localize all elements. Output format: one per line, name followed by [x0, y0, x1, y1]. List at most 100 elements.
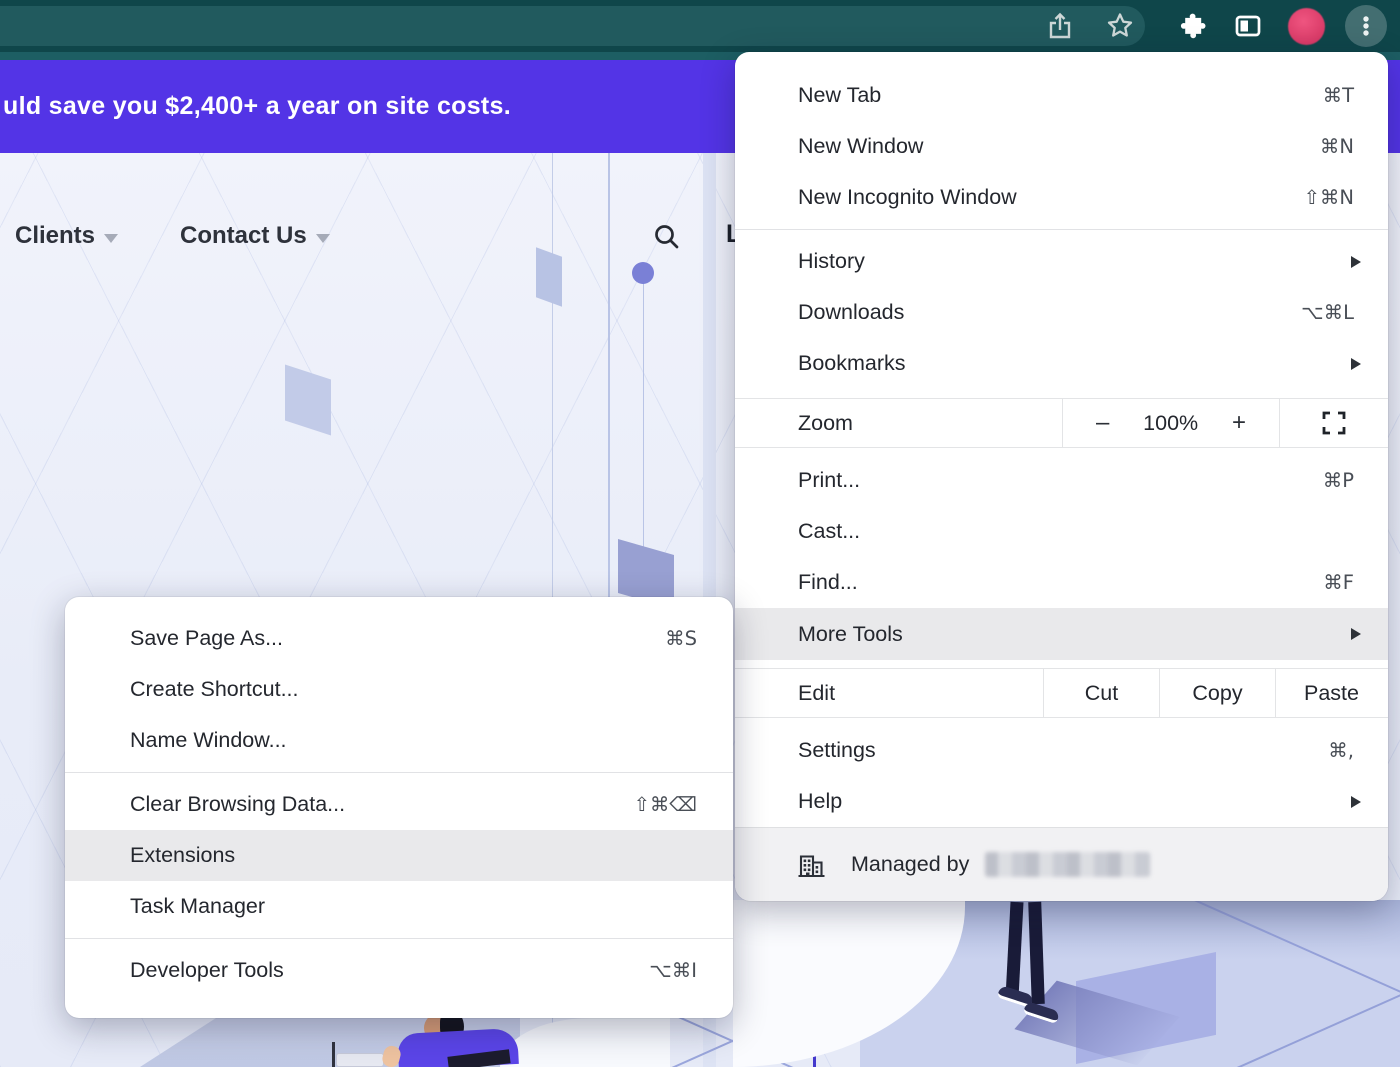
menu-item-developer-tools[interactable]: Developer Tools ⌥⌘I: [65, 945, 733, 996]
menu-label: New Window: [798, 134, 923, 159]
nav-item-contact-us[interactable]: Contact Us: [180, 222, 330, 250]
shortcut: ⇧⌘⌫: [634, 793, 697, 816]
nav-label: Contact Us: [180, 222, 307, 250]
menu-label: Task Manager: [130, 894, 265, 919]
menu-label: Downloads: [798, 300, 904, 325]
shortcut: ⇧⌘N: [1304, 186, 1354, 209]
submenu-arrow-icon: [1351, 256, 1361, 268]
menu-item-task-manager[interactable]: Task Manager: [65, 881, 733, 932]
search-icon[interactable]: [652, 222, 682, 257]
address-bar[interactable]: [0, 6, 1145, 46]
menu-item-downloads[interactable]: Downloads ⌥⌘L: [735, 287, 1388, 338]
nav-item-clients[interactable]: Clients: [15, 222, 118, 250]
menu-zoom-row: Zoom – 100% +: [735, 398, 1388, 448]
menu-divider: [65, 772, 733, 773]
menu-label: Cut: [1085, 681, 1118, 706]
menu-label: Create Shortcut...: [130, 677, 299, 702]
menu-label: Print...: [798, 468, 860, 493]
more-tools-submenu: Save Page As... ⌘S Create Shortcut... Na…: [65, 597, 733, 1018]
menu-label: History: [798, 249, 865, 274]
menu-item-bookmarks[interactable]: Bookmarks: [735, 338, 1388, 389]
fullscreen-icon: [1319, 408, 1349, 438]
submenu-arrow-icon: [1351, 796, 1361, 808]
edit-label-cell: Edit: [735, 669, 1044, 717]
promo-banner-text: uld save you $2,400+ a year on site cost…: [0, 92, 511, 121]
chevron-down-icon: [104, 234, 118, 243]
menu-edit-row: Edit Cut Copy Paste: [735, 668, 1388, 718]
chrome-menu: New Tab ⌘T New Window ⌘N New Incognito W…: [735, 52, 1388, 901]
menu-item-create-shortcut[interactable]: Create Shortcut...: [65, 664, 733, 715]
menu-label: Help: [798, 789, 842, 814]
profile-avatar[interactable]: [1288, 8, 1325, 45]
shortcut: ⌘N: [1320, 135, 1354, 158]
managed-by-org-redacted: [985, 852, 1150, 877]
extensions-puzzle-icon[interactable]: [1176, 10, 1208, 42]
submenu-arrow-icon: [1351, 628, 1361, 640]
decor-pole: [332, 1042, 335, 1067]
screen: Clients Contact Us L uld save you $2,400…: [0, 0, 1400, 1067]
shortcut: ⌘S: [665, 627, 697, 650]
decor-dot: [632, 262, 654, 284]
managed-by-label: Managed by: [851, 852, 969, 877]
menu-item-more-tools[interactable]: More Tools: [735, 608, 1388, 660]
menu-item-clear-browsing-data[interactable]: Clear Browsing Data... ⇧⌘⌫: [65, 779, 733, 830]
menu-label: Zoom: [798, 411, 853, 436]
decor-gray-object: [336, 1053, 384, 1067]
shortcut: ⌘,: [1328, 739, 1354, 762]
menu-label: Cast...: [798, 519, 860, 544]
menu-item-settings[interactable]: Settings ⌘,: [735, 725, 1388, 776]
zoom-in-button[interactable]: +: [1232, 409, 1246, 437]
zoom-out-button[interactable]: –: [1096, 409, 1109, 437]
menu-item-new-tab[interactable]: New Tab ⌘T: [735, 70, 1388, 121]
managed-by-footer: Managed by: [735, 827, 1388, 901]
menu-item-name-window[interactable]: Name Window...: [65, 715, 733, 766]
copy-button[interactable]: Copy: [1160, 669, 1276, 717]
menu-label: Developer Tools: [130, 958, 284, 983]
paste-button[interactable]: Paste: [1276, 669, 1387, 717]
cut-button[interactable]: Cut: [1044, 669, 1160, 717]
menu-label: Name Window...: [130, 728, 287, 753]
side-panel-icon[interactable]: [1232, 10, 1264, 42]
share-icon[interactable]: [1044, 10, 1076, 42]
menu-label: Paste: [1304, 681, 1359, 706]
menu-divider: [65, 938, 733, 939]
menu-label: Settings: [798, 738, 876, 763]
menu-label: More Tools: [798, 622, 903, 647]
menu-label: Bookmarks: [798, 351, 906, 376]
zoom-label-cell: Zoom: [735, 399, 1063, 447]
menu-label: Copy: [1192, 681, 1242, 706]
zoom-controls-cell: – 100% +: [1063, 399, 1280, 447]
menu-label: New Tab: [798, 83, 881, 108]
shortcut: ⌘T: [1323, 84, 1354, 107]
menu-label: Find...: [798, 570, 858, 595]
nav-label: Clients: [15, 222, 95, 250]
bookmark-star-icon[interactable]: [1104, 10, 1136, 42]
browser-menu-button[interactable]: [1345, 5, 1387, 47]
submenu-arrow-icon: [1351, 358, 1361, 370]
menu-item-find[interactable]: Find... ⌘F: [735, 557, 1388, 608]
decor-parallelogram: [536, 247, 562, 306]
menu-label: Save Page As...: [130, 626, 283, 651]
menu-label: New Incognito Window: [798, 185, 1017, 210]
shortcut: ⌘P: [1323, 469, 1354, 492]
chevron-down-icon: [316, 234, 330, 243]
menu-item-save-page-as[interactable]: Save Page As... ⌘S: [65, 613, 733, 664]
menu-label: Edit: [798, 681, 835, 706]
shortcut: ⌥⌘L: [1301, 301, 1354, 324]
menu-item-new-window[interactable]: New Window ⌘N: [735, 121, 1388, 172]
menu-item-new-incognito-window[interactable]: New Incognito Window ⇧⌘N: [735, 172, 1388, 223]
menu-item-print[interactable]: Print... ⌘P: [735, 455, 1388, 506]
decor-parallelogram: [285, 365, 331, 436]
menu-label: Extensions: [130, 843, 235, 868]
shortcut: ⌘F: [1323, 571, 1354, 594]
fullscreen-button[interactable]: [1280, 399, 1388, 447]
menu-item-help[interactable]: Help: [735, 776, 1388, 827]
menu-label: Clear Browsing Data...: [130, 792, 345, 817]
zoom-value: 100%: [1143, 411, 1198, 436]
organization-building-icon: [795, 849, 827, 881]
menu-dots-icon: [1350, 10, 1382, 42]
menu-item-cast[interactable]: Cast...: [735, 506, 1388, 557]
browser-toolbar: [0, 0, 1400, 52]
menu-item-extensions[interactable]: Extensions: [65, 830, 733, 881]
menu-item-history[interactable]: History: [735, 236, 1388, 287]
